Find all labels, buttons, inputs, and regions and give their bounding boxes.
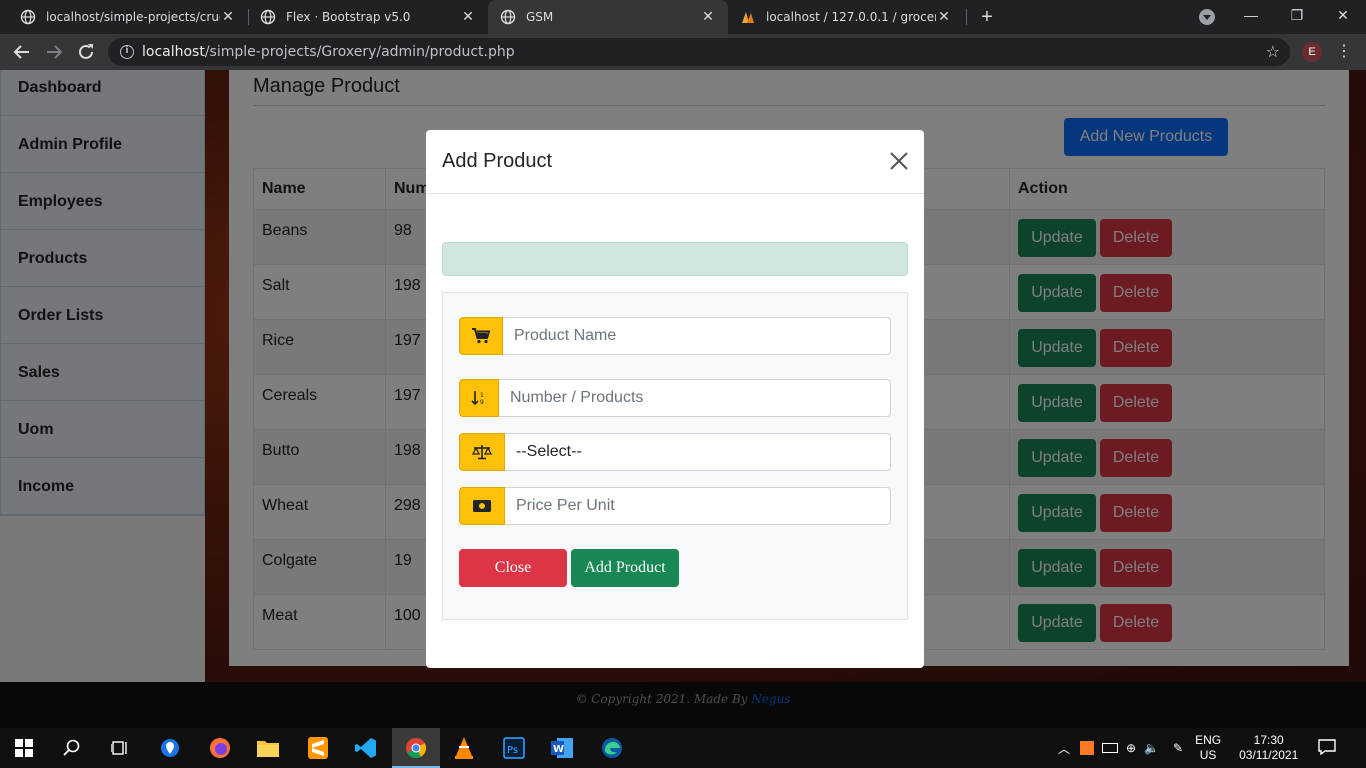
svg-text:1: 1 xyxy=(480,392,484,399)
browser-tab-strip: localhost/simple-projects/crud-u ✕ Flex … xyxy=(0,0,1366,34)
sublime-text-icon[interactable] xyxy=(304,734,332,762)
browser-tab[interactable]: Flex · Bootstrap v5.0 ✕ xyxy=(248,0,488,34)
pen-icon[interactable]: ✎ xyxy=(1173,741,1183,755)
bookmark-star-icon[interactable]: ☆ xyxy=(1266,38,1280,66)
word-icon[interactable]: W xyxy=(548,734,576,762)
clock-time: 17:30 xyxy=(1253,733,1284,747)
system-tray: ︿ ⊕ 🔈 ✎ ENG US 17:30 03/11/2021 xyxy=(1058,728,1336,768)
number-products-group: 19 Number / Products xyxy=(459,379,891,417)
windows-taskbar: Ps W ︿ ⊕ 🔈 ✎ ENG US 17:30 03/11/2021 xyxy=(0,728,1366,768)
restore-icon[interactable]: ❐ xyxy=(1274,0,1320,34)
reload-icon[interactable] xyxy=(74,40,98,64)
browser-toolbar: i localhost/simple-projects/Groxery/admi… xyxy=(0,34,1366,70)
vscode-icon[interactable] xyxy=(352,734,380,762)
info-icon[interactable]: i xyxy=(120,45,134,59)
url-host: localhost xyxy=(142,44,205,60)
add-product-modal: Add Product Product Name 19 Number / Pro… xyxy=(426,130,924,668)
modal-header: Add Product xyxy=(426,130,924,194)
clock-date: 03/11/2021 xyxy=(1239,748,1299,762)
chrome-icon[interactable] xyxy=(402,734,430,762)
notification-icon[interactable] xyxy=(1318,738,1336,758)
forward-arrow-icon[interactable] xyxy=(42,40,66,64)
browser-tab-active[interactable]: GSM ✕ xyxy=(488,0,728,34)
language-label: ENG xyxy=(1195,733,1222,747)
page-viewport: Dashboard Admin Profile Employees Produc… xyxy=(0,70,1366,728)
search-icon[interactable] xyxy=(58,734,86,762)
close-icon[interactable]: ✕ xyxy=(460,9,476,25)
uom-select[interactable]: --Select-- xyxy=(505,433,891,471)
product-name-group: Product Name xyxy=(459,317,891,355)
product-form: Product Name 19 Number / Products --Sele… xyxy=(442,292,908,620)
sort-numeric-icon: 19 xyxy=(459,379,499,417)
alert-message xyxy=(442,242,908,276)
modal-title: Add Product xyxy=(442,150,553,172)
windows-start-icon[interactable] xyxy=(10,734,38,762)
number-products-input[interactable]: Number / Products xyxy=(499,379,891,417)
globe-icon xyxy=(500,9,516,25)
browser-tab[interactable]: localhost / 127.0.0.1 / grocery / s ✕ xyxy=(728,0,964,34)
battery-icon[interactable] xyxy=(1102,743,1119,753)
tab-divider xyxy=(966,9,967,25)
globe-icon xyxy=(20,9,36,25)
cart-icon xyxy=(459,317,503,355)
svg-text:Ps: Ps xyxy=(507,745,518,756)
tab-search-icon[interactable] xyxy=(1199,9,1215,25)
globe-icon xyxy=(260,9,276,25)
region-label: US xyxy=(1199,748,1217,762)
firefox-icon[interactable] xyxy=(206,734,234,762)
phpmyadmin-icon xyxy=(740,9,756,25)
address-bar[interactable]: i localhost/simple-projects/Groxery/admi… xyxy=(108,38,1290,66)
money-bill-icon xyxy=(459,487,505,525)
chevron-up-icon[interactable]: ︿ xyxy=(1058,740,1070,757)
photoshop-icon[interactable]: Ps xyxy=(500,734,528,762)
url-path: /simple-projects/Groxery/admin/product.p… xyxy=(204,44,515,60)
new-tab-plus-icon[interactable]: + xyxy=(977,4,997,30)
price-per-unit-input[interactable]: Price Per Unit xyxy=(505,487,891,525)
xampp-icon[interactable] xyxy=(1080,741,1095,755)
back-arrow-icon[interactable] xyxy=(10,40,34,64)
language-indicator[interactable]: ENG US xyxy=(1195,733,1221,763)
balance-scale-icon xyxy=(459,433,505,471)
window-close-icon[interactable]: ✕ xyxy=(1320,0,1366,34)
uom-select-group: --Select-- xyxy=(459,433,891,471)
close-button[interactable]: Close xyxy=(459,549,567,587)
vlc-icon[interactable] xyxy=(450,734,478,762)
edge-icon[interactable] xyxy=(598,734,626,762)
svg-text:W: W xyxy=(553,744,564,755)
tab-title: localhost/simple-projects/crud-u xyxy=(46,10,220,24)
close-icon[interactable]: ✕ xyxy=(700,9,716,25)
clock[interactable]: 17:30 03/11/2021 xyxy=(1239,733,1298,763)
volume-icon[interactable]: 🔈 xyxy=(1144,741,1159,755)
close-icon[interactable]: ✕ xyxy=(220,9,236,25)
network-globe-icon[interactable]: ⊕ xyxy=(1126,741,1136,755)
tab-title: GSM xyxy=(526,10,554,24)
close-icon[interactable] xyxy=(888,150,910,172)
close-icon[interactable]: ✕ xyxy=(936,9,952,25)
profile-avatar[interactable]: E xyxy=(1302,42,1322,62)
menu-kebab-icon[interactable]: ⋮ xyxy=(1336,40,1352,64)
product-name-input[interactable]: Product Name xyxy=(503,317,891,355)
price-group: Price Per Unit xyxy=(459,487,891,525)
minimize-icon[interactable]: — xyxy=(1228,0,1274,34)
browser-tab[interactable]: localhost/simple-projects/crud-u ✕ xyxy=(8,0,248,34)
svg-text:9: 9 xyxy=(480,399,484,406)
task-view-icon[interactable] xyxy=(106,734,134,762)
tab-title: localhost / 127.0.0.1 / grocery / s xyxy=(766,10,936,24)
tab-title: Flex · Bootstrap v5.0 xyxy=(286,10,411,24)
file-explorer-icon[interactable] xyxy=(254,734,282,762)
add-product-button[interactable]: Add Product xyxy=(571,549,679,587)
maps-icon[interactable] xyxy=(156,734,184,762)
